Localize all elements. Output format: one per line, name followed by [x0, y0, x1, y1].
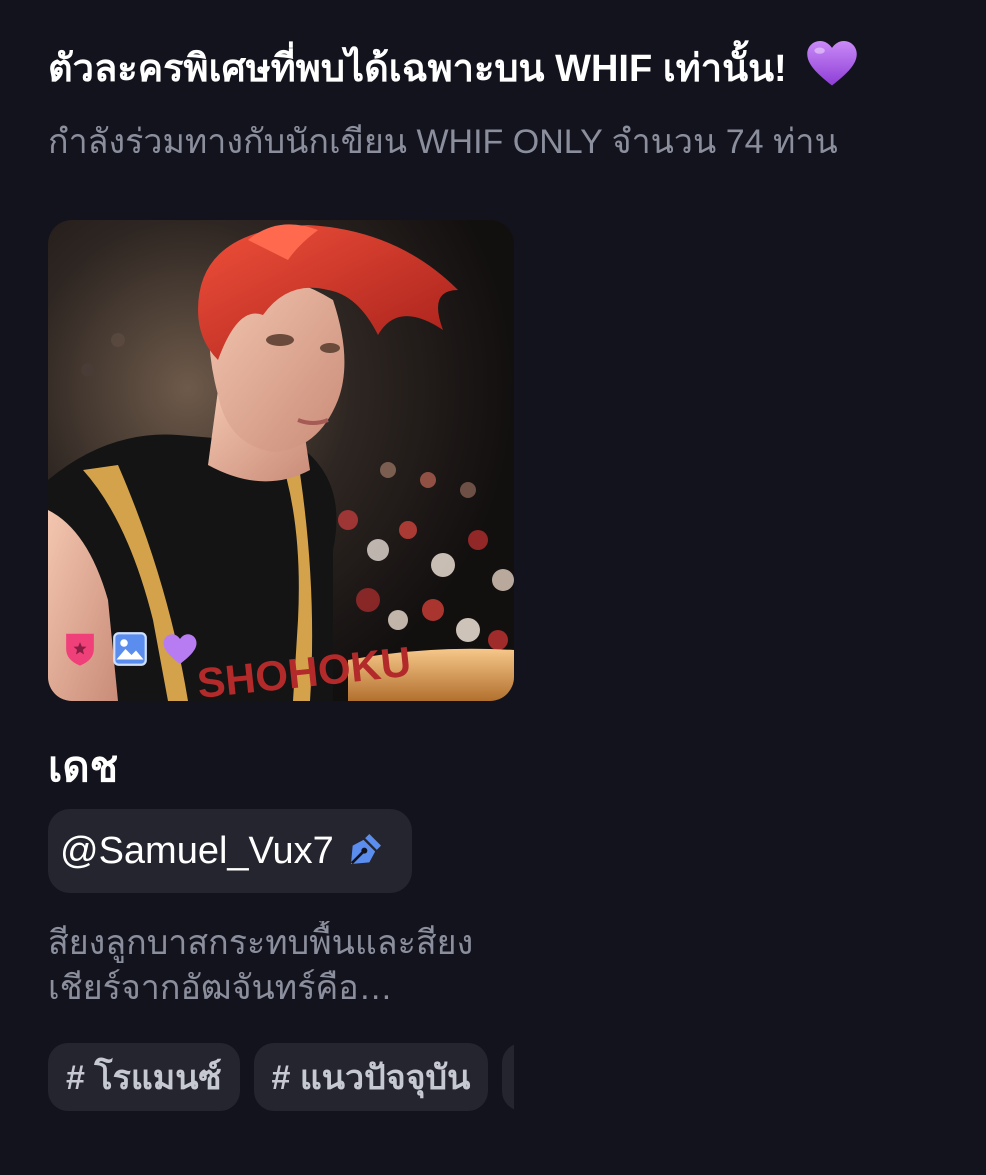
section-title: ตัวละครพิเศษที่พบได้เฉพาะบน WHIF เท่านั้…	[48, 38, 978, 104]
tag-list: # โรแมนซ์ # แนวปัจจุบัน #	[48, 1043, 514, 1111]
purple-heart-icon	[805, 38, 859, 104]
pink-shield-badge-icon	[62, 631, 98, 667]
character-cover-image[interactable]: SHOHOKU	[48, 220, 514, 701]
tag-romance[interactable]: # โรแมนซ์	[48, 1043, 240, 1111]
character-portrait: SHOHOKU	[48, 220, 514, 701]
purple-heart-badge-icon	[162, 631, 198, 667]
character-description: สียงลูกบาสกระทบพื้นและสียงเชียร์จากอัฒจั…	[48, 924, 474, 1007]
character-name[interactable]: เดช	[48, 739, 514, 795]
tag-contemporary[interactable]: # แนวปัจจุบัน	[253, 1043, 489, 1111]
section-subtitle: กำลังร่วมทางกับนักเขียน WHIF ONLY จำนวน …	[48, 123, 838, 161]
image-badge-icon	[112, 631, 148, 667]
section-title-text: ตัวละครพิเศษที่พบได้เฉพาะบน WHIF เท่านั้…	[48, 48, 787, 91]
author-name: @Samuel_Vux7	[60, 829, 334, 872]
cover-badges	[62, 631, 198, 667]
tag-more[interactable]: #	[502, 1043, 514, 1111]
author-chip[interactable]: @Samuel_Vux7	[48, 809, 412, 893]
character-card[interactable]: SHOHOKU เดช @Samuel_Vux7 สียงลูกบาสกระทบ…	[48, 220, 514, 1111]
whif-only-section: ตัวละครพิเศษที่พบได้เฉพาะบน WHIF เท่านั้…	[0, 0, 986, 1175]
pen-nib-icon	[346, 829, 386, 874]
